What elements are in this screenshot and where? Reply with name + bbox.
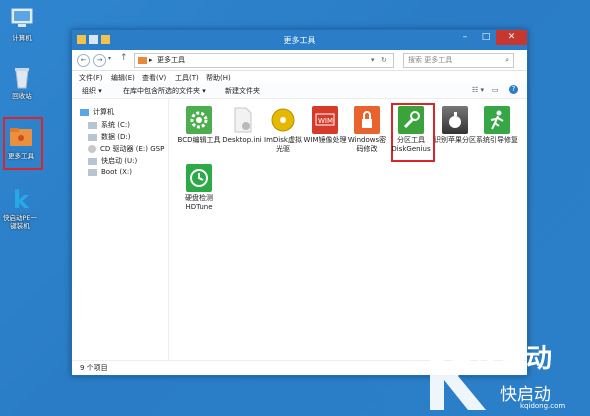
nav-item-cd-drive[interactable]: CD 驱动器 (E:) GSP	[88, 144, 164, 154]
lock-icon	[354, 106, 380, 134]
item-count: 9 个项目	[80, 364, 108, 372]
kqidong-watermark: 快启动 快启动 kqidong.com	[420, 334, 588, 414]
runner-icon	[484, 106, 510, 134]
nav-item-drive-u[interactable]: 快启动 (U:)	[88, 156, 137, 166]
title-bar: 更多工具 – □ ✕	[72, 30, 527, 50]
file-item-diskgenius[interactable]: 分区工具DiskGenius	[389, 106, 433, 153]
menu-tools[interactable]: 工具(T)	[175, 73, 199, 83]
help-icon[interactable]: ?	[509, 85, 518, 94]
organize-button[interactable]: 组织 ▾	[82, 86, 102, 96]
drive-icon	[88, 157, 97, 165]
menu-edit[interactable]: 编辑(E)	[111, 73, 135, 83]
nav-item-drive-d[interactable]: 数据 (D:)	[88, 132, 130, 142]
file-item-label: 系统引导修复	[476, 136, 518, 144]
wrench-icon	[398, 106, 424, 134]
nav-item-computer[interactable]: 计算机	[80, 107, 114, 117]
maximize-button[interactable]: □	[476, 30, 496, 45]
computer-icon	[9, 6, 35, 32]
drive-icon	[88, 121, 97, 129]
desktop-icon-label: 快启动PE一键装机	[2, 214, 38, 230]
navigation-pane: 计算机 系统 (C:) 数据 (D:) CD 驱动器 (E:) GSP 快启动 …	[72, 98, 169, 360]
recent-dropdown-icon[interactable]: ▾	[108, 55, 111, 62]
file-item-windows-password[interactable]: Windows密码修改	[345, 106, 389, 153]
file-item-label: Desktop.ini	[222, 136, 262, 144]
breadcrumb-current[interactable]: 更多工具	[157, 54, 185, 67]
file-item-label: WIM镜像处理	[303, 136, 347, 144]
file-item-label: BCD编辑工具	[177, 136, 221, 144]
file-list: BCD编辑工具 Desktop.ini ImDisk虚拟光驱 WIM WIM镜像…	[169, 98, 526, 360]
cd-icon	[270, 106, 296, 134]
back-button[interactable]: ←	[77, 54, 90, 67]
drive-icon	[88, 168, 97, 176]
breadcrumb-separator-icon: ▸	[149, 56, 153, 64]
file-item-hdtune[interactable]: 硬盘检测HDTune	[177, 164, 221, 211]
nav-item-drive-c[interactable]: 系统 (C:)	[88, 120, 130, 130]
search-icon[interactable]: ⌕	[505, 54, 509, 67]
nav-item-label: 计算机	[93, 108, 114, 116]
svg-text:k: k	[13, 186, 30, 212]
watermark-brand: 快启动	[474, 344, 553, 374]
desktop-icon-label: 更多工具	[8, 152, 34, 160]
up-button[interactable]: ↑	[120, 53, 128, 63]
desktop-icon-more-tools[interactable]: 更多工具	[0, 124, 43, 160]
nav-item-label: 数据 (D:)	[101, 133, 131, 141]
file-item-label: Windows密码修改	[347, 136, 387, 153]
file-item-label: 分区工具DiskGenius	[391, 136, 431, 153]
address-input[interactable]: ▸ 更多工具 ▾ ↻	[134, 53, 394, 68]
nav-item-label: 系统 (C:)	[101, 121, 130, 129]
folder-icon	[8, 124, 34, 150]
file-item-label: 识别苹果分区	[434, 136, 476, 144]
folder-icon	[138, 57, 147, 64]
search-placeholder: 搜索 更多工具	[408, 56, 453, 64]
menu-file[interactable]: 文件(F)	[79, 73, 103, 83]
menu-view[interactable]: 查看(V)	[142, 73, 166, 83]
preview-pane-icon[interactable]: ▭	[492, 86, 499, 94]
file-icon	[229, 106, 255, 134]
desktop-icon-label: 回收站	[12, 92, 32, 100]
command-bar: 组织 ▾ 在库中包含所选的文件夹 ▾ 新建文件夹 ☷ ▾ ▭ ?	[72, 83, 527, 99]
desktop-icon-computer[interactable]: 计算机	[0, 6, 44, 42]
file-item-imdisk[interactable]: ImDisk虚拟光驱	[261, 106, 305, 153]
file-item-bcd[interactable]: BCD编辑工具	[177, 106, 221, 145]
include-in-library-button[interactable]: 在库中包含所选的文件夹 ▾	[123, 86, 206, 96]
kqidong-k-icon: k	[7, 186, 33, 214]
explorer-window: 更多工具 – □ ✕ ← → ▾ ↑ ▸ 更多工具 ▾ ↻ 搜索 更多工具 ⌕ …	[71, 29, 528, 376]
apple-icon	[442, 106, 468, 134]
menu-help[interactable]: 帮助(H)	[206, 73, 231, 83]
address-dropdown-icon[interactable]: ▾	[371, 54, 375, 67]
wim-icon: WIM	[312, 106, 338, 134]
close-button[interactable]: ✕	[496, 30, 527, 45]
file-item-desktop-ini[interactable]: Desktop.ini	[220, 106, 264, 145]
svg-text:WIM: WIM	[318, 117, 333, 125]
clock-icon	[186, 164, 212, 192]
address-bar-row: ← → ▾ ↑ ▸ 更多工具 ▾ ↻ 搜索 更多工具 ⌕	[72, 50, 527, 71]
desktop-icon-label: 计算机	[12, 34, 32, 42]
nav-item-drive-x[interactable]: Boot (X:)	[88, 168, 132, 176]
file-item-label: ImDisk虚拟光驱	[264, 136, 302, 153]
view-options-icon[interactable]: ☷ ▾	[472, 86, 484, 94]
file-item-apple-partition[interactable]: 识别苹果分区	[433, 106, 477, 145]
search-input[interactable]: 搜索 更多工具 ⌕	[403, 53, 514, 68]
minimize-button[interactable]: –	[455, 30, 475, 45]
gear-icon	[186, 106, 212, 134]
refresh-icon[interactable]: ↻	[381, 54, 387, 67]
file-item-boot-repair[interactable]: 系统引导修复	[475, 106, 519, 145]
computer-icon	[80, 108, 89, 116]
recycle-bin-icon	[9, 64, 35, 90]
new-folder-button[interactable]: 新建文件夹	[225, 86, 260, 96]
watermark-url: kqidong.com	[520, 402, 566, 410]
file-item-label: 硬盘检测HDTune	[185, 194, 213, 211]
cd-drive-icon	[88, 145, 96, 153]
nav-item-label: Boot (X:)	[101, 168, 132, 176]
drive-icon	[88, 133, 97, 141]
menu-bar: 文件(F) 编辑(E) 查看(V) 工具(T) 帮助(H)	[72, 71, 527, 83]
desktop-icon-kqidong[interactable]: k 快启动PE一键装机	[0, 186, 42, 230]
nav-item-label: 快启动 (U:)	[101, 157, 138, 165]
forward-button[interactable]: →	[93, 54, 106, 67]
file-item-wim[interactable]: WIM WIM镜像处理	[303, 106, 347, 145]
desktop-icon-recycle-bin[interactable]: 回收站	[0, 64, 44, 100]
nav-item-label: CD 驱动器 (E:) GSP	[100, 145, 165, 153]
